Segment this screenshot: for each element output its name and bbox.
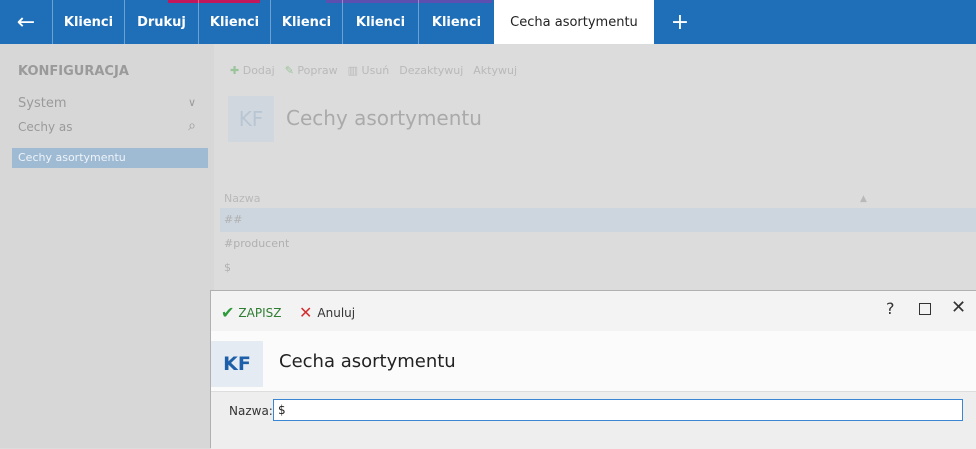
deactivate-button[interactable]: Dezaktywuj	[399, 64, 463, 77]
tab-klienci[interactable]: Klienci	[270, 0, 342, 44]
edit-button[interactable]: ✎ Popraw	[285, 64, 338, 77]
tab-drukuj[interactable]: Drukuj	[124, 0, 198, 44]
dialog-toolbar: ✔ ZAPISZ ✕ Anuluj ? ✕	[211, 291, 976, 331]
close-icon[interactable]: ✕	[951, 297, 966, 318]
delete-button[interactable]: ▥ Usuń	[348, 64, 390, 77]
page-title: Cechy asortymentu	[286, 106, 482, 130]
save-button[interactable]: ✔ ZAPISZ	[221, 303, 281, 322]
toolbar: ✚ Dodaj ✎ Popraw ▥ Usuń Dezaktywuj Aktyw…	[230, 64, 517, 77]
module-badge: KF	[228, 96, 274, 142]
dialog-header: KF Cecha asortymentu	[211, 331, 976, 392]
trash-icon: ▥	[347, 64, 359, 77]
cross-icon: ✕	[299, 303, 313, 322]
sidebar: KONFIGURACJA System ∨ Cechy as ⌕ Cechy a…	[0, 44, 214, 448]
back-arrow-icon[interactable]: ←	[0, 0, 52, 44]
tab-cecha-asortymentu[interactable]: Cecha asortymentu	[494, 0, 654, 44]
column-header-nazwa[interactable]: Nazwa	[220, 192, 260, 205]
dialog-title: Cecha asortymentu	[279, 351, 456, 372]
tab-klienci[interactable]: Klienci	[418, 0, 494, 44]
check-icon: ✔	[221, 303, 235, 322]
chevron-down-icon: ∨	[187, 96, 196, 109]
table-row[interactable]: #producent	[220, 232, 976, 256]
cancel-label: Anuluj	[317, 305, 356, 320]
system-label: System	[18, 96, 67, 111]
search-value: Cechy as	[18, 120, 73, 134]
edit-dialog: ✔ ZAPISZ ✕ Anuluj ? ✕ KF Cecha asortymen…	[210, 290, 976, 449]
help-button[interactable]: ?	[886, 299, 895, 318]
table-row[interactable]: $	[220, 256, 976, 280]
add-button[interactable]: ✚ Dodaj	[230, 64, 275, 77]
name-field-label: Nazwa:	[229, 404, 273, 418]
table-row[interactable]: ##	[220, 208, 976, 232]
system-dropdown[interactable]: System ∨	[18, 96, 198, 111]
tab-klienci[interactable]: Klienci	[342, 0, 418, 44]
grid-header[interactable]: Nazwa ▲	[220, 190, 976, 208]
sort-asc-icon: ▲	[860, 194, 867, 204]
sidebar-item-cechy-asortymentu[interactable]: Cechy asortymentu	[12, 148, 208, 168]
tab-klienci[interactable]: Klienci	[52, 0, 124, 44]
pencil-icon: ✎	[284, 64, 294, 77]
plus-icon: ✚	[230, 64, 240, 77]
sidebar-search-input[interactable]: Cechy as ⌕	[18, 118, 198, 134]
save-label: ZAPISZ	[238, 305, 282, 320]
top-tab-bar: ← Klienci Drukuj Klienci Klienci Klienci…	[0, 0, 976, 44]
search-icon[interactable]: ⌕	[188, 118, 196, 134]
add-tab-icon[interactable]: +	[660, 0, 700, 44]
tab-klienci[interactable]: Klienci	[198, 0, 270, 44]
activate-button[interactable]: Aktywuj	[473, 64, 517, 77]
dialog-form: Nazwa:	[211, 392, 976, 449]
module-badge: KF	[211, 341, 263, 387]
cancel-button[interactable]: ✕ Anuluj	[299, 303, 355, 322]
name-field[interactable]	[273, 399, 963, 421]
sidebar-title: KONFIGURACJA	[18, 64, 129, 79]
maximize-icon[interactable]	[919, 303, 931, 315]
